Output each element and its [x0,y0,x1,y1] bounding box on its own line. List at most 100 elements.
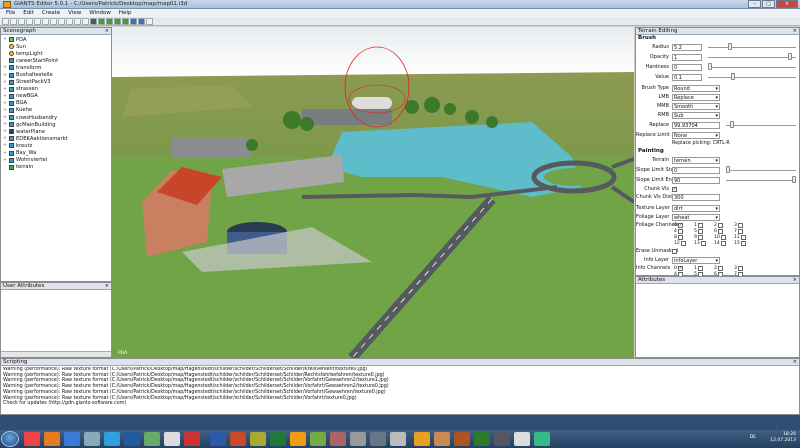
select-icon[interactable] [66,17,73,25]
app-icon[interactable] [124,432,140,446]
menu-help[interactable]: Help [115,9,136,17]
texture-layer-select[interactable]: dirt [672,204,720,212]
scenegraph-item[interactable]: careerStartPoint [3,57,111,64]
app-icon[interactable] [144,432,160,446]
scenegraph-item[interactable]: + gcMainBuilding [3,121,111,128]
menu-window[interactable]: Window [85,9,115,17]
lmb-select[interactable]: Replace [672,93,720,101]
app-icon[interactable] [534,432,550,446]
opacity-field[interactable]: 1 [672,53,702,61]
scenegraph-item[interactable]: + PDA [3,36,111,43]
scenegraph-item[interactable]: + Kuehe [3,107,111,114]
replace-field[interactable]: 99.93704 [672,121,720,129]
channel-checkbox[interactable]: ✓ [677,265,683,271]
cut-icon[interactable] [26,17,33,25]
opacity-slider-handle[interactable] [788,53,792,60]
radius-field[interactable]: 5.2 [672,43,702,51]
channel-checkbox[interactable] [737,228,743,234]
value-field[interactable]: 0.1 [672,73,702,81]
app-icon[interactable] [250,432,266,446]
copy-icon[interactable] [34,17,41,25]
app-icon[interactable] [494,432,510,446]
channel-checkbox[interactable] [737,222,743,228]
open-file-icon[interactable] [10,17,17,25]
scenegraph-item[interactable]: terrain [3,164,111,171]
explorer-icon[interactable] [64,432,80,446]
expand-toggle-icon[interactable]: + [3,73,7,78]
expand-toggle-icon[interactable]: + [3,129,7,134]
app-icon[interactable] [330,432,346,446]
replace-slider-handle[interactable] [730,121,734,128]
app-icon[interactable] [454,432,470,446]
scenegraph-item[interactable]: + Bushaltestelle [3,71,111,78]
radius-slider-track[interactable] [708,47,796,48]
move-icon[interactable] [74,17,81,25]
chunk-dist-field[interactable]: 300 [672,193,720,201]
play-icon[interactable] [90,17,97,25]
save-icon[interactable] [18,17,25,25]
slope-end-slider-track[interactable] [726,180,796,181]
channel-checkbox[interactable]: ✓ [677,222,683,228]
horizontal-scrollbar[interactable] [1,351,111,357]
menu-view[interactable]: View [64,9,85,17]
app-icon[interactable] [164,432,180,446]
expand-toggle-icon[interactable]: + [3,122,7,127]
excel-icon[interactable] [270,432,286,446]
channel-checkbox[interactable] [737,265,743,271]
value-slider-handle[interactable] [731,73,735,80]
expand-toggle-icon[interactable]: + [3,108,7,113]
panel-close-icon[interactable]: × [793,359,797,366]
scenegraph-item[interactable]: + StreetPackV3 [3,79,111,86]
channel-checkbox[interactable] [720,234,726,240]
light-icon[interactable] [138,17,145,25]
powerpoint-icon[interactable] [230,432,246,446]
redo-icon[interactable] [58,17,65,25]
app-icon[interactable] [350,432,366,446]
menu-create[interactable]: Create [38,9,64,17]
replace-slider-track[interactable] [726,125,796,126]
value-slider-track[interactable] [708,77,796,78]
expand-toggle-icon[interactable]: + [3,136,7,141]
terrain-select[interactable]: terrain [672,156,720,164]
terrain-paint-icon[interactable] [106,17,113,25]
chrome-icon[interactable] [24,432,40,446]
expand-toggle-icon[interactable]: + [3,94,7,99]
expand-toggle-icon[interactable]: + [3,80,7,85]
expand-toggle-icon[interactable]: + [3,115,7,120]
scenegraph-item[interactable]: + newBGA [3,93,111,100]
expand-toggle-icon[interactable]: + [3,143,7,148]
expand-toggle-icon[interactable]: + [3,65,7,70]
maximize-button[interactable]: □ [762,0,775,8]
hardness-slider-handle[interactable] [708,63,712,70]
close-button[interactable]: × [776,0,798,8]
scenegraph-item[interactable]: + cowsHusbandry [3,114,111,121]
replace-limit-select[interactable]: None [672,131,720,139]
channel-checkbox[interactable] [677,234,683,240]
channel-checkbox[interactable] [700,240,706,246]
grid-icon[interactable] [146,17,153,25]
scenegraph-item[interactable]: + Bay_Wa [3,150,111,157]
app-icon[interactable] [434,432,450,446]
panel-close-icon[interactable]: × [105,28,109,35]
channel-checkbox[interactable] [697,228,703,234]
channel-checkbox[interactable] [717,265,723,271]
channel-checkbox[interactable] [740,240,746,246]
new-file-icon[interactable] [2,17,9,25]
scenegraph-item[interactable]: + transform [3,64,111,71]
slope-start-slider-handle[interactable] [726,166,730,173]
channel-checkbox[interactable] [740,234,746,240]
scenegraph-item[interactable]: + BGA [3,100,111,107]
system-tray[interactable]: DE 18:26 12.07.2013 [750,432,796,443]
expand-toggle-icon[interactable]: + [3,37,7,42]
app-icon[interactable] [370,432,386,446]
foliage-paint-icon[interactable] [114,17,121,25]
skype-icon[interactable] [104,432,120,446]
foliage-layer-select[interactable]: wheat [672,213,720,221]
start-button[interactable] [1,431,19,447]
channel-checkbox[interactable] [697,265,703,271]
terrain-sculpt-icon[interactable] [98,17,105,25]
panel-close-icon[interactable]: × [105,283,109,290]
channel-checkbox[interactable] [697,234,703,240]
paste-icon[interactable] [42,17,49,25]
menu-file[interactable]: File [2,9,19,17]
